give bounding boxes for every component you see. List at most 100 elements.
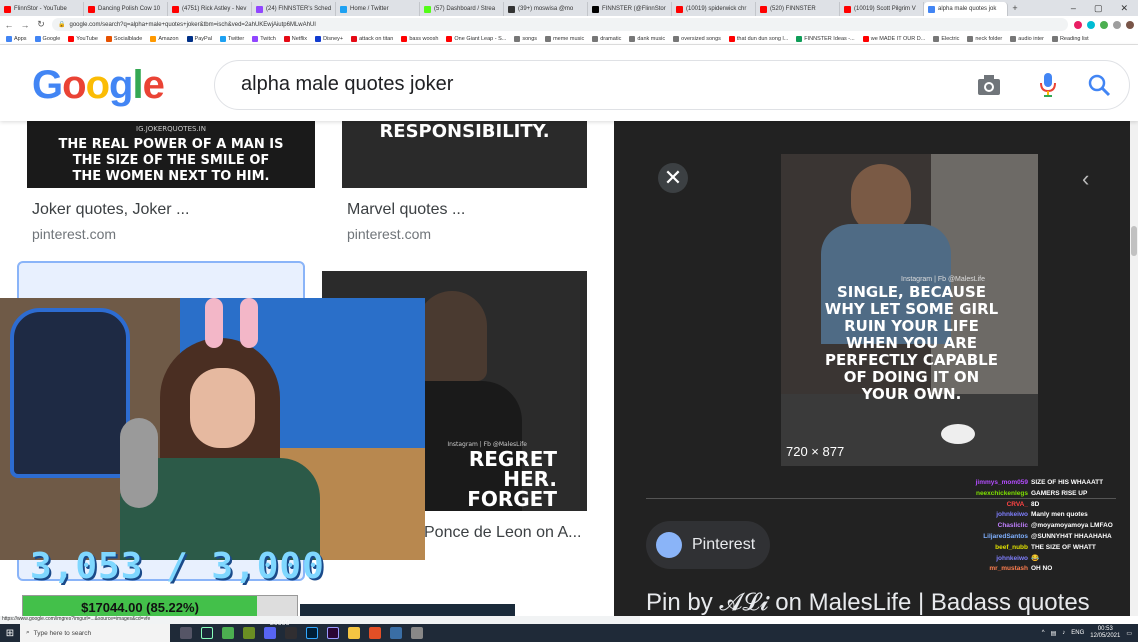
new-tab-icon[interactable]: +	[1008, 3, 1022, 13]
app-icon[interactable]	[369, 627, 381, 639]
google-logo[interactable]: Google	[32, 63, 165, 108]
browser-tab[interactable]: FINNSTER (@FlinnStor	[588, 2, 672, 16]
chat-text: Manly men quotes	[1031, 511, 1088, 519]
extension-icon[interactable]	[1087, 20, 1095, 29]
maximize-icon[interactable]: ▢	[1094, 3, 1103, 14]
bookmark-item[interactable]: bass woosh	[401, 35, 438, 42]
windows-start-icon[interactable]: ⊞	[0, 628, 20, 639]
bookmark-item[interactable]: dramatic	[592, 35, 621, 42]
microphone-icon[interactable]	[1039, 72, 1057, 103]
browser-tab[interactable]: (4751) Rick Astley - Nev	[168, 2, 252, 16]
bookmark-item[interactable]: neck folder	[967, 35, 1002, 42]
search-input[interactable]	[241, 73, 941, 96]
result-source[interactable]: pinterest.com	[32, 226, 116, 242]
language-indicator[interactable]: ENG	[1071, 630, 1084, 636]
folder-icon[interactable]	[348, 627, 360, 639]
bookmark-label: Disney+	[323, 35, 344, 42]
result-thumbnail[interactable]	[300, 604, 515, 616]
discord-icon[interactable]	[264, 627, 276, 639]
bookmark-label: Reading list	[1059, 35, 1089, 42]
stream-chat: jimmys_mom059 SIZE OF HIS WHAAATT neexchic…	[962, 478, 1138, 620]
notification-icon[interactable]: ▭	[1126, 630, 1132, 637]
result-title[interactable]: Ponce de Leon on A...	[424, 524, 581, 542]
bookmark-item[interactable]: Google	[34, 35, 60, 42]
bookmark-item[interactable]: Disney+	[315, 35, 344, 42]
browser-tab[interactable]: (520) FINNSTER	[756, 2, 840, 16]
browser-tab[interactable]: (57) Dashboard / Strea	[420, 2, 504, 16]
url-field[interactable]: 🔒 google.com/search?q=alpha+male+quotes+…	[52, 18, 1068, 31]
lock-icon: 🔒	[58, 22, 66, 28]
app-icon[interactable]	[390, 627, 402, 639]
result-title[interactable]: Joker quotes, Joker ...	[32, 201, 189, 219]
search-icon[interactable]	[1087, 73, 1111, 102]
reload-icon[interactable]: ↻	[36, 19, 46, 30]
chat-username: Chasliclic	[997, 522, 1028, 530]
obs-icon[interactable]	[285, 627, 297, 639]
bookmark-label: attack on titan	[359, 35, 394, 42]
bookmark-item[interactable]: Twitch	[252, 35, 276, 42]
bookmark-icon	[105, 35, 112, 42]
bookmark-icon	[351, 35, 358, 42]
bookmark-item[interactable]: Twitter	[219, 35, 244, 42]
bookmark-item[interactable]: Reading list	[1051, 35, 1089, 42]
browser-tab[interactable]: (24) FINNSTER's Sched	[252, 2, 336, 16]
bookmark-item[interactable]: YouTube	[68, 35, 98, 42]
bookmark-item[interactable]: oversized songs	[673, 35, 721, 42]
preview-image[interactable]: Instagram | Fb @MalesLife SINGLE, BECAUS…	[781, 154, 1038, 466]
browser-tab[interactable]: Home / Twitter	[336, 2, 420, 16]
chevron-up-icon[interactable]: ^	[1042, 630, 1045, 636]
bookmark-item[interactable]: songs	[514, 35, 537, 42]
result-source[interactable]: pinterest.com	[347, 226, 431, 242]
tab-label: (520) FINNSTER	[770, 6, 816, 12]
bookmark-item[interactable]: meme music	[545, 35, 584, 42]
network-icon[interactable]: ▤	[1051, 630, 1057, 637]
bookmark-item[interactable]: we MADE IT OUR D...	[862, 35, 925, 42]
bookmark-item[interactable]: Apps	[6, 35, 27, 42]
browser-tab[interactable]: (39+) moswisa @mo	[504, 2, 588, 16]
chevron-left-icon[interactable]: ‹	[1082, 166, 1089, 192]
photoshop-icon[interactable]	[306, 627, 318, 639]
browser-tab[interactable]: alpha male quotes jok	[924, 2, 1008, 16]
clock[interactable]: 00:53 12/05/2021	[1090, 626, 1120, 640]
taskbar-search[interactable]: ⌕ Type here to search	[20, 624, 170, 642]
steam-icon[interactable]	[201, 627, 213, 639]
close-window-icon[interactable]: ✕	[1120, 3, 1128, 14]
result-title[interactable]: Marvel quotes ...	[347, 201, 465, 219]
bookmark-item[interactable]: dank music	[629, 35, 665, 42]
extension-icon[interactable]	[1113, 20, 1121, 29]
scrollbar-thumb[interactable]	[1131, 226, 1137, 256]
app-icon[interactable]	[411, 627, 423, 639]
browser-tab[interactable]: (10019) Scott Pilgrim V	[840, 2, 924, 16]
volume-icon[interactable]: ♪	[1062, 630, 1065, 636]
browser-tab[interactable]: Dancing Polish Cow 10	[84, 2, 168, 16]
profile-avatar[interactable]	[1126, 20, 1134, 29]
back-icon[interactable]: ←	[4, 20, 14, 30]
extension-icon[interactable]	[1100, 20, 1108, 29]
bookmark-item[interactable]: that dun dun song l...	[728, 35, 788, 42]
bookmark-item[interactable]: audio inter	[1010, 35, 1044, 42]
bookmark-item[interactable]: Electric	[933, 35, 959, 42]
close-icon[interactable]: ✕	[658, 163, 688, 193]
google-header: Google	[0, 45, 1138, 121]
premiere-icon[interactable]	[327, 627, 339, 639]
result-thumbnail[interactable]: IG.JOKERQUOTES.IN THE REAL POWER OF A MA…	[27, 121, 315, 188]
bookmark-item[interactable]: One Giant Leap - S...	[446, 35, 506, 42]
bookmark-item[interactable]: Netflix	[283, 35, 307, 42]
bookmark-item[interactable]: attack on titan	[351, 35, 394, 42]
forward-icon[interactable]: →	[20, 20, 30, 30]
task-view-icon[interactable]	[180, 627, 192, 639]
taskbar-apps	[170, 627, 423, 639]
camera-icon[interactable]	[977, 74, 1001, 101]
minecraft-icon[interactable]	[243, 627, 255, 639]
source-site-chip[interactable]: Pinterest	[646, 521, 770, 569]
bookmark-item[interactable]: Socialblade	[105, 35, 142, 42]
minimize-icon[interactable]: –	[1071, 3, 1076, 14]
bookmark-item[interactable]: PayPal	[186, 35, 212, 42]
bookmark-item[interactable]: Amazon	[150, 35, 179, 42]
browser-tab[interactable]: FlinnStor - YouTube	[0, 2, 84, 16]
extension-icon[interactable]	[1074, 20, 1082, 29]
chrome-icon[interactable]	[222, 627, 234, 639]
browser-tab[interactable]: (10019) spiderwick chr	[672, 2, 756, 16]
bookmark-item[interactable]: FINNSTER Ideas -...	[796, 35, 855, 42]
result-thumbnail[interactable]: RESPONSIBILITY.	[342, 121, 587, 188]
